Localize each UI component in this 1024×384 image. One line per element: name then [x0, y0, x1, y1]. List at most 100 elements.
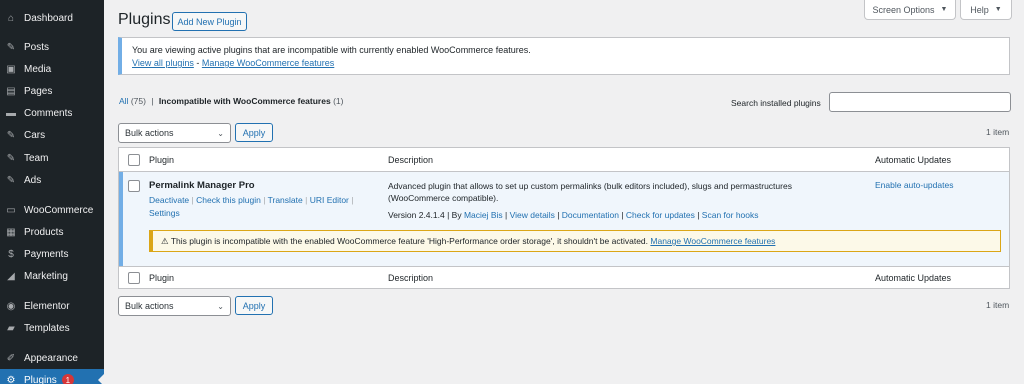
dashboard-icon: ⌂: [7, 12, 15, 24]
active-menu-arrow: [98, 374, 104, 384]
settings-link[interactable]: Settings: [149, 208, 180, 218]
sidebar-item-label: Payments: [24, 248, 69, 260]
search-label: Search installed plugins: [731, 98, 821, 108]
filter-all-link[interactable]: All: [119, 96, 128, 106]
sidebar-item-label: Posts: [24, 41, 50, 53]
plugin-description: Advanced plugin that allows to set up cu…: [388, 181, 792, 203]
sidebar-item-elementor[interactable]: ◉ Elementor: [0, 295, 104, 317]
apply-button-bottom[interactable]: Apply: [235, 296, 273, 315]
sidebar-item-label: Ads: [24, 174, 42, 186]
sidebar-item-team[interactable]: ✎ Team: [0, 147, 104, 169]
chevron-down-icon: ⌄: [217, 129, 224, 138]
select-all-checkbox[interactable]: [128, 154, 140, 166]
table-header: Plugin Description Automatic Updates: [119, 148, 1009, 172]
plugin-version: Version 2.4.1.4: [388, 210, 445, 220]
pin-icon: ✎: [6, 152, 16, 164]
sidebar-item-appearance[interactable]: ✐ Appearance: [0, 347, 104, 369]
sidebar-item-dashboard[interactable]: ⌂ Dashboard: [0, 7, 104, 29]
column-auto-updates-header: Automatic Updates: [875, 155, 952, 165]
notice-text: You are viewing active plugins that are …: [132, 45, 531, 55]
table-footer: Plugin Description Automatic Updates: [119, 266, 1009, 290]
screen-options-button[interactable]: Screen Options ▼: [864, 0, 956, 20]
filter-incompatible-current[interactable]: Incompatible with WooCommerce features: [159, 96, 331, 106]
column-plugin-footer: Plugin: [149, 273, 175, 283]
woocommerce-icon: ▭: [6, 204, 16, 216]
plugin-status-filters: All (75) | Incompatible with WooCommerce…: [119, 96, 343, 106]
view-details-link[interactable]: View details: [510, 210, 555, 220]
items-count-bottom: 1 item: [986, 300, 1010, 310]
plugin-name: Permalink Manager Pro: [149, 180, 255, 191]
bulk-actions-select-bottom[interactable]: Bulk actions ⌄: [118, 296, 231, 316]
pin-icon: ✎: [6, 41, 16, 53]
sidebar-item-label: Appearance: [24, 352, 78, 364]
uri-editor-link[interactable]: URI Editor: [310, 195, 349, 205]
documentation-link[interactable]: Documentation: [562, 210, 619, 220]
deactivate-link[interactable]: Deactivate: [149, 195, 189, 205]
pages-icon: ▤: [6, 85, 16, 97]
media-icon: ▣: [6, 63, 16, 75]
marketing-icon: ◢: [7, 270, 15, 282]
add-new-plugin-button[interactable]: Add New Plugin: [172, 12, 247, 31]
triangle-down-icon: ▼: [940, 6, 948, 13]
apply-button-top[interactable]: Apply: [235, 123, 273, 142]
manage-woocommerce-features-link[interactable]: Manage WooCommerce features: [650, 236, 775, 246]
sidebar-item-label: Marketing: [24, 270, 68, 282]
by-text: By: [451, 210, 462, 220]
scan-for-hooks-link[interactable]: Scan for hooks: [702, 210, 759, 220]
sidebar-item-woocommerce[interactable]: ▭ WooCommerce: [0, 199, 104, 221]
sidebar-item-ads[interactable]: ✎ Ads: [0, 169, 104, 191]
incompatibility-warning: ⚠ This plugin is incompatible with the e…: [149, 230, 1001, 252]
help-label: Help: [970, 4, 989, 15]
items-count-top: 1 item: [986, 127, 1010, 137]
plugin-meta: Version 2.4.1.4 | By Maciej Bis | View d…: [388, 210, 759, 220]
column-plugin-header: Plugin: [149, 155, 175, 165]
select-all-checkbox-footer[interactable]: [128, 272, 140, 284]
sidebar-item-label: Dashboard: [24, 12, 73, 24]
manage-woocommerce-features-link[interactable]: Manage WooCommerce features: [202, 58, 334, 68]
column-description-header: Description: [388, 155, 434, 165]
elementor-icon: ◉: [6, 300, 16, 312]
admin-sidebar: ⌂ Dashboard ✎ Posts ▣ Media ▤ Pages ▬ Comment…: [0, 0, 104, 384]
view-all-plugins-link[interactable]: View all plugins: [132, 58, 194, 68]
column-auto-updates-footer: Automatic Updates: [875, 273, 952, 283]
info-notice: You are viewing active plugins that are …: [118, 37, 1010, 75]
plugin-checkbox[interactable]: [128, 180, 140, 192]
sidebar-item-label: Templates: [24, 322, 70, 334]
filter-separator: |: [151, 96, 154, 106]
check-this-plugin-link[interactable]: Check this plugin: [196, 195, 261, 205]
screen-options-label: Screen Options: [872, 4, 935, 15]
sidebar-item-payments[interactable]: $ Payments: [0, 243, 104, 265]
help-button[interactable]: Help ▼: [960, 0, 1012, 20]
enable-auto-updates-link[interactable]: Enable auto-updates: [875, 180, 953, 190]
sidebar-item-label: Elementor: [24, 300, 70, 312]
table-row: Permalink Manager Pro Deactivate | Check…: [119, 172, 1009, 266]
sidebar-item-media[interactable]: ▣ Media: [0, 58, 104, 80]
payments-icon: $: [8, 248, 14, 260]
notice-links: View all plugins - Manage WooCommerce fe…: [132, 57, 999, 70]
bulk-actions-select-top[interactable]: Bulk actions ⌄: [118, 123, 231, 143]
sidebar-item-label: Products: [24, 226, 64, 238]
warning-text: ⚠ This plugin is incompatible with the e…: [161, 235, 649, 246]
pin-icon: ✎: [6, 129, 16, 141]
sidebar-item-label: WooCommerce: [24, 204, 94, 216]
sidebar-item-label: Team: [24, 152, 49, 164]
check-for-updates-link[interactable]: Check for updates: [626, 210, 695, 220]
author-link[interactable]: Maciej Bis: [464, 210, 503, 220]
update-count-badge: 1: [61, 374, 74, 384]
pin-icon: ✎: [6, 174, 16, 186]
sidebar-item-templates[interactable]: ▰ Templates: [0, 317, 104, 339]
sidebar-item-posts[interactable]: ✎ Posts: [0, 36, 104, 58]
translate-link[interactable]: Translate: [268, 195, 303, 205]
filter-all-count: (75): [130, 96, 146, 106]
sidebar-item-comments[interactable]: ▬ Comments: [0, 102, 104, 124]
search-input[interactable]: [829, 92, 1011, 112]
triangle-down-icon: ▼: [994, 6, 1002, 13]
sidebar-item-products[interactable]: ▦ Products: [0, 221, 104, 243]
sidebar-item-cars[interactable]: ✎ Cars: [0, 124, 104, 146]
plugins-table: Plugin Description Automatic Updates Per…: [118, 147, 1010, 289]
sidebar-item-marketing[interactable]: ◢ Marketing: [0, 265, 104, 287]
column-description-footer: Description: [388, 273, 434, 283]
bulk-actions-value: Bulk actions: [125, 128, 174, 138]
sidebar-item-pages[interactable]: ▤ Pages: [0, 80, 104, 102]
sidebar-item-plugins[interactable]: ⚙ Plugins 1: [0, 369, 104, 384]
